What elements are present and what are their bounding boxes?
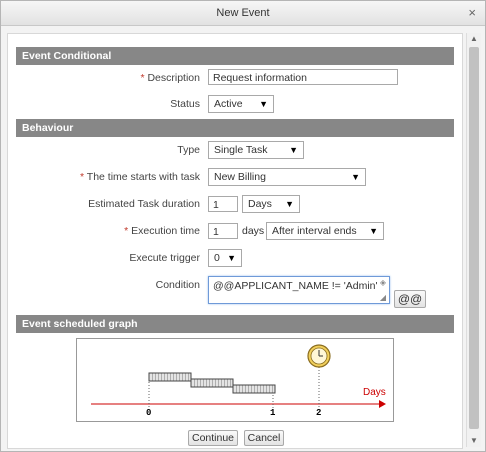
starts-with-value: New Billing bbox=[214, 171, 266, 183]
exec-time-unit-text: days bbox=[242, 225, 265, 237]
est-duration-input[interactable]: 1 bbox=[208, 196, 238, 212]
section-event-conditional: Event Conditional bbox=[16, 47, 454, 65]
required-mark: * bbox=[140, 72, 145, 84]
dialog-title: New Event bbox=[216, 7, 270, 19]
continue-button[interactable]: Continue bbox=[188, 430, 238, 446]
task-bar-2 bbox=[190, 378, 234, 388]
title-bar: New Event × bbox=[1, 1, 485, 26]
type-value: Single Task bbox=[214, 144, 268, 156]
task-bar-3 bbox=[232, 384, 276, 394]
type-label: Type bbox=[177, 144, 200, 156]
scroll-up-icon[interactable]: ▲ bbox=[467, 33, 481, 45]
scroll-down-icon[interactable]: ▼ bbox=[467, 435, 481, 447]
exec-trigger-value: 0 bbox=[214, 252, 220, 264]
chevron-down-icon: ▼ bbox=[369, 226, 378, 236]
event-graph: Days 0 1 2 bbox=[76, 338, 394, 422]
required-mark: * bbox=[79, 171, 85, 183]
axis-arrow-icon bbox=[379, 400, 386, 408]
chevron-down-icon: ▼ bbox=[227, 253, 236, 263]
section-event-graph: Event scheduled graph bbox=[16, 315, 454, 333]
required-mark: * bbox=[124, 225, 129, 237]
status-value: Active bbox=[214, 98, 243, 110]
chevron-down-icon: ▼ bbox=[351, 172, 360, 182]
description-label: * Description bbox=[8, 72, 200, 84]
axis-label-days: Days bbox=[363, 387, 386, 398]
type-select[interactable]: Single Task ▼ bbox=[208, 141, 304, 159]
exec-time-input[interactable]: 1 bbox=[208, 223, 238, 239]
tick-label-0: 0 bbox=[146, 408, 151, 418]
est-duration-unit: Days bbox=[248, 198, 272, 210]
condition-value: @@APPLICANT_NAME != 'Admin' bbox=[213, 280, 378, 292]
chevron-down-icon: ▼ bbox=[289, 145, 298, 155]
status-label: Status bbox=[170, 98, 200, 110]
section-behaviour: Behaviour bbox=[16, 119, 454, 137]
resize-handle-icon[interactable]: ◢ bbox=[380, 293, 386, 302]
exec-trigger-label: Execute trigger bbox=[129, 252, 200, 264]
description-label-text: Description bbox=[147, 72, 200, 84]
condition-label: Condition bbox=[155, 279, 200, 291]
task-bar-1 bbox=[148, 372, 192, 382]
est-duration-unit-select[interactable]: Days ▼ bbox=[242, 195, 300, 213]
condition-textarea[interactable]: @@APPLICANT_NAME != 'Admin' ◈ ◢ bbox=[208, 276, 390, 304]
insert-variable-button[interactable]: @@ bbox=[394, 290, 426, 308]
exec-time-mode-select[interactable]: After interval ends ▼ bbox=[266, 222, 384, 240]
status-select[interactable]: Active ▼ bbox=[208, 95, 274, 113]
event-graph-svg: Days 0 1 2 bbox=[91, 344, 386, 418]
starts-with-label-text: The time starts with task bbox=[86, 171, 200, 183]
form-panel: Event Conditional * Description Request … bbox=[7, 33, 463, 449]
tick-label-2: 2 bbox=[316, 408, 321, 418]
close-icon[interactable]: × bbox=[468, 5, 476, 20]
est-duration-label: Estimated Task duration bbox=[88, 198, 200, 210]
chevron-down-icon: ▼ bbox=[259, 99, 268, 109]
scroll-thumb[interactable] bbox=[469, 47, 479, 429]
cancel-button[interactable]: Cancel bbox=[244, 430, 284, 446]
starts-with-label: * The time starts with task bbox=[8, 171, 200, 183]
exec-time-mode: After interval ends bbox=[272, 225, 357, 237]
tick-label-1: 1 bbox=[270, 408, 276, 418]
vertical-scrollbar[interactable]: ▲ ▼ bbox=[466, 33, 481, 447]
exec-time-label: * Execution time bbox=[8, 225, 200, 237]
new-event-dialog: New Event × Event Conditional * Descript… bbox=[0, 0, 486, 452]
chevron-down-icon: ▼ bbox=[285, 199, 294, 209]
description-input[interactable]: Request information bbox=[208, 69, 398, 85]
exec-time-label-text: Execution time bbox=[131, 225, 200, 237]
starts-with-select[interactable]: New Billing ▼ bbox=[208, 168, 366, 186]
expand-icon[interactable]: ◈ bbox=[380, 278, 386, 287]
exec-trigger-select[interactable]: 0 ▼ bbox=[208, 249, 242, 267]
clock-icon bbox=[307, 344, 331, 368]
